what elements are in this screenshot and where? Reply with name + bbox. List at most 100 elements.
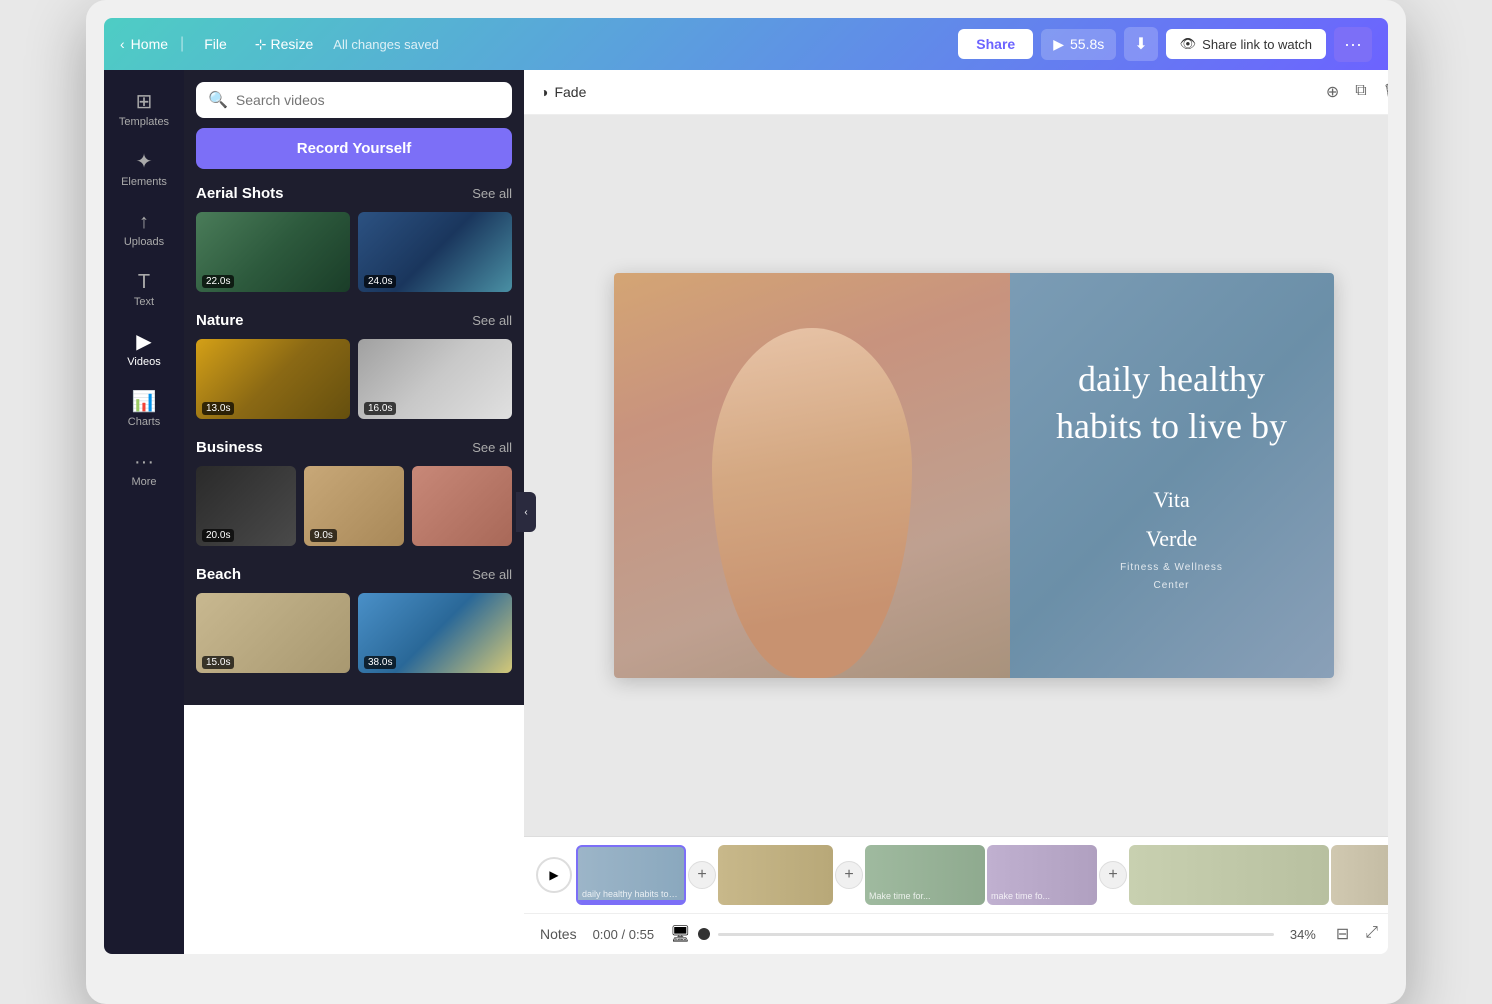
play-button[interactable]: ▶ 55.8s xyxy=(1041,29,1116,60)
panel-toggle[interactable]: ‹ xyxy=(516,492,536,532)
nature-duration-2: 16.0s xyxy=(364,402,396,415)
home-nav[interactable]: ‹ Home xyxy=(120,36,168,52)
record-button[interactable]: Record Yourself xyxy=(196,128,512,169)
divider: | xyxy=(180,35,184,53)
aerial-grid: 22.0s 24.0s xyxy=(196,212,512,292)
timeline-play-button[interactable]: ▶ xyxy=(536,857,572,893)
sidebar-item-uploads[interactable]: ↑ Uploads xyxy=(104,202,184,258)
progress-dot[interactable] xyxy=(698,928,710,940)
aerial-duration-1: 22.0s xyxy=(202,275,234,288)
notes-button[interactable]: Notes xyxy=(540,926,577,942)
beach-duration-1: 15.0s xyxy=(202,656,234,669)
slides-view-icon[interactable]: ⊟ xyxy=(1332,922,1353,946)
timeline-clips: daily healthy habits to live b... + + Ma… xyxy=(576,845,1388,905)
laptop-wrapper: ‹ Home | File ⊹ Resize All changes saved… xyxy=(86,0,1406,1004)
sidebar-item-more[interactable]: ··· More xyxy=(104,442,184,498)
more-options-button[interactable]: ··· xyxy=(1334,27,1372,62)
aerial-video-2[interactable]: 24.0s xyxy=(358,212,512,292)
download-button[interactable]: ⬇ xyxy=(1124,27,1157,61)
business-video-2[interactable]: 9.0s xyxy=(304,466,404,546)
add-clip-1[interactable]: + xyxy=(688,861,716,889)
resize-icon: ⊹ xyxy=(255,36,267,53)
duplicate-icon[interactable]: ⧉ xyxy=(1351,78,1370,106)
elements-icon: ✦ xyxy=(136,152,153,172)
play-icon: ▶ xyxy=(1053,36,1064,53)
search-box[interactable]: 🔍 xyxy=(196,82,512,118)
canvas-text-side: daily healthy habits to live by Vita Ver… xyxy=(1010,273,1334,678)
clip-4-text: make time fo... xyxy=(991,891,1093,901)
transition-indicator[interactable]: ◑ Fade xyxy=(540,84,586,100)
time-separator: / xyxy=(622,927,629,942)
sidebar-item-charts[interactable]: 📊 Charts xyxy=(104,382,184,438)
timeline-clip-6[interactable] xyxy=(1331,845,1388,905)
monitor-icon: 🖥 xyxy=(670,924,690,944)
beach-section-header: Beach See all xyxy=(196,566,512,583)
sidebar-nav: ⊞ Templates ✦ Elements ↑ Uploads T Text … xyxy=(104,70,184,954)
file-menu[interactable]: File xyxy=(196,32,235,56)
transition-icon: ◑ xyxy=(540,84,548,100)
timeline-clip-2[interactable] xyxy=(718,845,833,905)
templates-label: Templates xyxy=(119,116,169,128)
nature-duration-1: 13.0s xyxy=(202,402,234,415)
editor-area: ◑ Fade ⊕ ⧉ 🗑 xyxy=(524,70,1388,954)
share-link-label: Share link to watch xyxy=(1202,37,1312,52)
timeline-clip-5[interactable] xyxy=(1129,845,1329,905)
add-slide-icon[interactable]: ⊕ xyxy=(1322,78,1343,106)
timeline-clip-1[interactable]: daily healthy habits to live b... xyxy=(576,845,686,905)
canvas-title-line2: habits to live by xyxy=(1056,406,1287,446)
beach-see-all[interactable]: See all xyxy=(472,567,512,582)
nature-video-2[interactable]: 16.0s xyxy=(358,339,512,419)
clip-3-text: Make time for... xyxy=(869,891,981,901)
add-clip-2[interactable]: + xyxy=(835,861,863,889)
sidebar-item-elements[interactable]: ✦ Elements xyxy=(104,142,184,198)
aerial-video-1[interactable]: 22.0s xyxy=(196,212,350,292)
fullscreen-icon[interactable]: ⤢ xyxy=(1361,922,1382,946)
nature-grid: 13.0s 16.0s xyxy=(196,339,512,419)
timeline-play-icon: ▶ xyxy=(549,868,558,882)
delete-icon[interactable]: 🗑 xyxy=(1379,78,1388,106)
share-button[interactable]: Share xyxy=(958,29,1033,59)
toolbar-actions: Share ▶ 55.8s ⬇ 👁 Share link to watch ··… xyxy=(958,27,1372,62)
beach-duration-2: 38.0s xyxy=(364,656,396,669)
progress-track[interactable] xyxy=(718,933,1273,936)
time-total: 0:55 xyxy=(629,927,654,942)
clip-1-text: daily healthy habits to live b... xyxy=(582,889,680,899)
brand-sub2: Center xyxy=(1120,577,1223,595)
timeline-track: ▶ daily healthy habits to live b... + + xyxy=(524,845,1388,905)
sidebar-item-text[interactable]: T Text xyxy=(104,262,184,318)
nature-video-1[interactable]: 13.0s xyxy=(196,339,350,419)
sidebar-item-templates[interactable]: ⊞ Templates xyxy=(104,82,184,138)
timeline-clip-4[interactable]: make time fo... xyxy=(987,845,1097,905)
beach-video-1[interactable]: 15.0s xyxy=(196,593,350,673)
business-see-all[interactable]: See all xyxy=(472,440,512,455)
business-section-header: Business See all xyxy=(196,439,512,456)
canvas-face xyxy=(614,273,1010,678)
business-video-1[interactable]: 20.0s xyxy=(196,466,296,546)
uploads-label: Uploads xyxy=(124,236,164,248)
home-label: Home xyxy=(131,36,168,52)
nature-see-all[interactable]: See all xyxy=(472,313,512,328)
canvas-title: daily healthy habits to live by xyxy=(1056,356,1287,450)
business-title: Business xyxy=(196,439,263,456)
add-clip-3[interactable]: + xyxy=(1099,861,1127,889)
progress-container: 🖥 xyxy=(670,924,1274,944)
biz-thumb-3 xyxy=(412,466,512,546)
beach-video-2[interactable]: 38.0s xyxy=(358,593,512,673)
aerial-see-all[interactable]: See all xyxy=(472,186,512,201)
business-grid: 20.0s 9.0s xyxy=(196,466,512,546)
charts-icon: 📊 xyxy=(132,392,157,412)
sidebar-item-videos[interactable]: ▶ Videos xyxy=(104,322,184,378)
duration-label: 55.8s xyxy=(1070,36,1104,52)
face-silhouette xyxy=(712,328,912,678)
share-link-button[interactable]: 👁 Share link to watch xyxy=(1166,29,1326,59)
main-area: ⊞ Templates ✦ Elements ↑ Uploads T Text … xyxy=(104,70,1388,954)
biz-duration-1: 20.0s xyxy=(202,529,234,542)
canvas[interactable]: daily healthy habits to live by Vita Ver… xyxy=(614,273,1334,678)
business-video-3[interactable] xyxy=(412,466,512,546)
search-input[interactable] xyxy=(236,92,500,108)
timeline-clip-3[interactable]: Make time for... xyxy=(865,845,985,905)
save-status: All changes saved xyxy=(333,37,946,52)
progress-bar xyxy=(578,900,686,903)
resize-button[interactable]: ⊹ Resize xyxy=(247,32,322,57)
text-label: Text xyxy=(134,296,154,308)
